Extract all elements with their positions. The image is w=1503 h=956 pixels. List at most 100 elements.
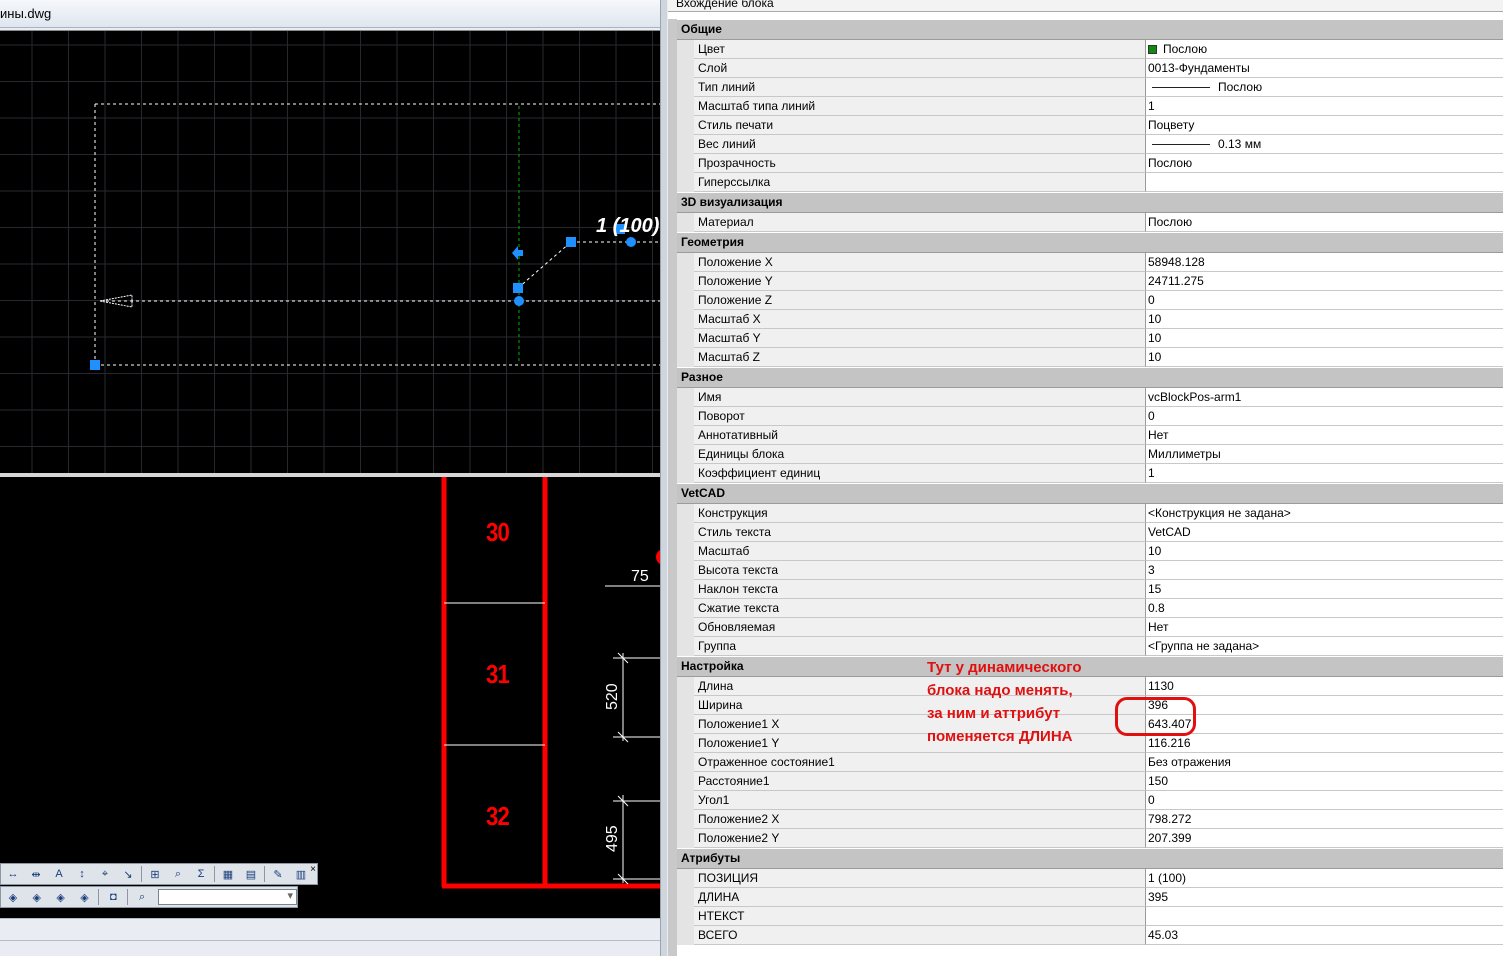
property-value[interactable]: Послою <box>1146 213 1503 232</box>
property-value[interactable]: 3 <box>1146 561 1503 580</box>
property-value[interactable]: vcBlockPos-arm1 <box>1146 388 1503 407</box>
property-row[interactable]: Аннотативный Нет <box>677 426 1503 445</box>
property-value[interactable]: 150 <box>1146 772 1503 791</box>
bottom-viewport[interactable]: 30 31 32 75 520 495 <box>0 477 660 918</box>
property-value[interactable] <box>1146 173 1503 192</box>
property-value[interactable]: 10 <box>1146 329 1503 348</box>
property-row[interactable]: ВСЕГО 45.03 <box>677 926 1503 945</box>
tolerance-icon[interactable]: ⌖ <box>95 865 115 883</box>
property-row[interactable]: Сжатие текста 0.8 <box>677 599 1503 618</box>
property-value[interactable]: 0.13 мм <box>1146 135 1503 154</box>
grip-end[interactable] <box>626 237 636 247</box>
property-value[interactable]: Поцвету <box>1146 116 1503 135</box>
property-value[interactable]: Послою <box>1146 78 1503 97</box>
property-row[interactable]: Обновляемая Нет <box>677 618 1503 637</box>
category-header[interactable]: Общие <box>677 19 1503 40</box>
category-header[interactable]: 3D визуализация <box>677 192 1503 213</box>
property-row[interactable]: Масштаб X 10 <box>677 310 1503 329</box>
property-row[interactable]: Высота текста 3 <box>677 561 1503 580</box>
property-row[interactable]: Наклон текста 15 <box>677 580 1503 599</box>
grip-base[interactable] <box>514 296 524 306</box>
category-header[interactable]: Геометрия <box>677 232 1503 253</box>
property-value[interactable]: 10 <box>1146 542 1503 561</box>
dimension-arrow-icon[interactable]: ↕ <box>72 865 92 883</box>
category-header[interactable]: VetCAD <box>677 483 1503 504</box>
top-viewport[interactable]: 1 (100) <box>0 30 660 473</box>
property-value[interactable]: 10 <box>1146 348 1503 367</box>
property-value[interactable]: 1130 <box>1146 677 1503 696</box>
view-combo[interactable] <box>158 889 297 905</box>
property-row[interactable]: Положение Y 24711.275 <box>677 272 1503 291</box>
grip-insertion-point[interactable] <box>90 360 100 370</box>
property-value[interactable]: 116.216 <box>1146 734 1503 753</box>
property-row[interactable]: Имя vcBlockPos-arm1 <box>677 388 1503 407</box>
property-value[interactable]: <Конструкция не задана> <box>1146 504 1503 523</box>
sum-icon[interactable]: Σ <box>191 865 211 883</box>
property-value[interactable]: 643.407 <box>1146 715 1503 734</box>
property-row[interactable]: Масштаб Y 10 <box>677 329 1503 348</box>
property-value[interactable]: 45.03 <box>1146 926 1503 945</box>
property-row[interactable]: Вес линий 0.13 мм <box>677 135 1503 154</box>
property-value[interactable]: 798.272 <box>1146 810 1503 829</box>
property-row[interactable]: Единицы блока Миллиметры <box>677 445 1503 464</box>
property-row[interactable]: ДЛИНА 395 <box>677 888 1503 907</box>
property-value[interactable]: 1 <box>1146 464 1503 483</box>
toolbar-close-icon[interactable]: × <box>310 864 316 875</box>
bottom-viewport-canvas[interactable] <box>0 477 660 918</box>
property-row[interactable]: НТЕКСТ <box>677 907 1503 926</box>
property-row[interactable]: Слой 0013-Фундаменты <box>677 59 1503 78</box>
property-row[interactable]: Положение2 X 798.272 <box>677 810 1503 829</box>
view-iso3-icon[interactable]: ◈ <box>51 888 71 906</box>
property-row[interactable]: Угол1 0 <box>677 791 1503 810</box>
dimension-break-icon[interactable]: ⇹ <box>26 865 46 883</box>
text-style-icon[interactable]: A <box>49 865 69 883</box>
grip-stretch[interactable] <box>513 283 523 293</box>
property-row[interactable]: Гиперссылка <box>677 173 1503 192</box>
table-edit-icon[interactable]: ▤ <box>241 865 261 883</box>
property-row[interactable]: Прозрачность Послою <box>677 154 1503 173</box>
property-row[interactable]: Масштаб 10 <box>677 542 1503 561</box>
magnify-icon[interactable]: ⌕ <box>168 865 188 883</box>
view-iso1-icon[interactable]: ◈ <box>3 888 23 906</box>
property-row[interactable]: Стиль текста VetCAD <box>677 523 1503 542</box>
property-value[interactable] <box>1146 907 1503 926</box>
property-row[interactable]: Группа <Группа не задана> <box>677 637 1503 656</box>
category-header[interactable]: Атрибуты <box>677 848 1503 869</box>
property-value[interactable]: <Группа не задана> <box>1146 637 1503 656</box>
property-value[interactable]: 0 <box>1146 791 1503 810</box>
category-header[interactable]: Разное <box>677 367 1503 388</box>
property-value[interactable]: 0.8 <box>1146 599 1503 618</box>
property-value[interactable]: Послою <box>1146 40 1503 59</box>
property-row[interactable]: Тип линий Послою <box>677 78 1503 97</box>
properties-icon[interactable]: ✎ <box>268 865 288 883</box>
property-value[interactable]: Без отражения <box>1146 753 1503 772</box>
zoom-realtime-icon[interactable]: ⌕ <box>132 888 152 906</box>
property-value[interactable]: Послою <box>1146 154 1503 173</box>
command-line-area[interactable] <box>0 918 662 956</box>
property-value[interactable]: 58948.128 <box>1146 253 1503 272</box>
property-value[interactable]: 395 <box>1146 888 1503 907</box>
property-value[interactable]: VetCAD <box>1146 523 1503 542</box>
palette-splitter[interactable] <box>660 0 668 956</box>
grip-flip-arrow[interactable] <box>512 246 523 260</box>
property-row[interactable]: Цвет Послою <box>677 40 1503 59</box>
property-value[interactable]: 1 <box>1146 97 1503 116</box>
table-icon[interactable]: ▦ <box>218 865 238 883</box>
property-row[interactable]: Масштаб Z 10 <box>677 348 1503 367</box>
leader-icon[interactable]: ↘ <box>118 865 138 883</box>
property-row[interactable]: Отраженное состояние1 Без отражения <box>677 753 1503 772</box>
property-row[interactable]: Поворот 0 <box>677 407 1503 426</box>
property-value[interactable]: 0 <box>1146 291 1503 310</box>
property-row[interactable]: Положение X 58948.128 <box>677 253 1503 272</box>
property-value[interactable]: Нет <box>1146 618 1503 637</box>
property-row[interactable]: Масштаб типа линий 1 <box>677 97 1503 116</box>
property-row[interactable]: Материал Послою <box>677 213 1503 232</box>
view-iso2-icon[interactable]: ◈ <box>27 888 47 906</box>
property-row[interactable]: Коэффициент единиц 1 <box>677 464 1503 483</box>
property-row[interactable]: Положение Z0 <box>677 291 1503 310</box>
property-row[interactable]: Положение2 Y 207.399 <box>677 829 1503 848</box>
property-row[interactable]: Конструкция <Конструкция не задана> <box>677 504 1503 523</box>
property-value[interactable]: 396 <box>1146 696 1503 715</box>
view-iso4-icon[interactable]: ◈ <box>75 888 95 906</box>
property-value[interactable]: 207.399 <box>1146 829 1503 848</box>
